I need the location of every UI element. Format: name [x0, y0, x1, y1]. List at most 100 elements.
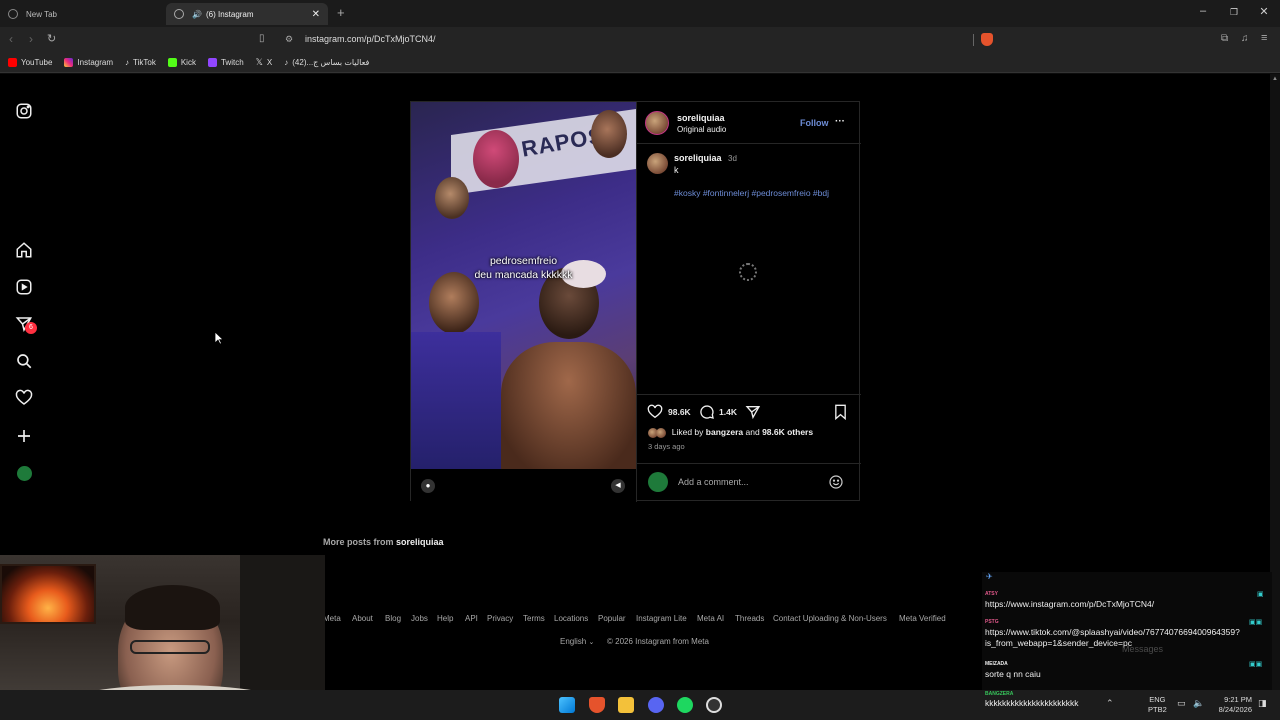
emoji-icon[interactable] — [828, 474, 844, 495]
footer-link-popular[interactable]: Popular — [598, 614, 626, 623]
profile-avatar[interactable] — [17, 466, 32, 481]
tagged-users-icon[interactable]: ● — [421, 479, 435, 493]
stream-chat-overlay: ✈ ATSY https://www.instagram.com/p/DcTxM… — [982, 572, 1272, 690]
more-posts-heading: More posts from soreliquiaa — [323, 537, 444, 547]
chat-message: ATSY https://www.instagram.com/p/DcTxMjo… — [985, 591, 1154, 609]
extensions-icon[interactable]: ⧉ — [1221, 33, 1228, 44]
footer-link-blog[interactable]: Blog — [385, 614, 401, 623]
bookmark-kick[interactable]: Kick — [167, 58, 196, 67]
close-window-button[interactable]: ✕ — [1256, 5, 1272, 18]
author-username[interactable]: soreliquiaa — [677, 113, 725, 123]
more-posts-user[interactable]: soreliquiaa — [396, 537, 444, 547]
footer-link-jobs[interactable]: Jobs — [411, 614, 428, 623]
restore-button[interactable]: ❐ — [1226, 7, 1242, 18]
comment-icon[interactable] — [699, 404, 715, 425]
author-avatar[interactable] — [645, 111, 669, 135]
footer-link-instagram-lite[interactable]: Instagram Lite — [636, 614, 687, 623]
comment-avatar[interactable] — [647, 153, 668, 174]
site-info-icon[interactable]: ⚙ — [285, 34, 293, 45]
reload-icon[interactable]: ↻ — [47, 32, 56, 45]
hashtags[interactable]: #kosky #fontinnelerj #pedrosemfreio #bdj — [674, 188, 829, 198]
follow-button[interactable]: Follow — [800, 118, 829, 128]
more-options-icon[interactable]: ··· — [835, 116, 845, 127]
like-icon[interactable] — [647, 404, 663, 425]
bookmark-icon[interactable]: ▯ — [259, 33, 265, 44]
footer-link-privacy[interactable]: Privacy — [487, 614, 513, 623]
new-tab-button[interactable]: + — [337, 5, 345, 20]
share-icon[interactable] — [745, 404, 761, 425]
windows-start-icon[interactable] — [559, 697, 575, 713]
glasses — [130, 640, 210, 654]
liked-by-user[interactable]: bangzera — [706, 427, 743, 437]
footer-link-help[interactable]: Help — [437, 614, 453, 623]
bookmark-tiktok[interactable]: ♪ TikTok — [125, 58, 156, 67]
bookmark-tiktok-arabic[interactable]: ♪ فعاليات بساس ج...(42) — [284, 58, 369, 67]
chevron-down-icon: ⌄ — [588, 639, 595, 646]
volume-icon[interactable]: ◀ — [611, 479, 625, 493]
back-icon[interactable]: ‹ — [9, 32, 13, 46]
tab-instagram[interactable]: 🔊 (6) Instagram ✕ — [166, 3, 328, 25]
scroll-up-arrow[interactable]: ▲ — [1272, 76, 1278, 82]
messages-icon[interactable]: 6 — [15, 315, 37, 334]
clock[interactable]: 9:21 PM 8/24/2026 — [1214, 695, 1252, 715]
footer-link-meta[interactable]: Meta — [323, 614, 341, 623]
save-icon[interactable] — [833, 404, 848, 425]
chat-text: sorte q nn caiu — [985, 669, 1041, 679]
footer-link-locations[interactable]: Locations — [554, 614, 588, 623]
language-indicator[interactable]: ENG PTB2 — [1148, 695, 1167, 715]
footer-link-meta-ai[interactable]: Meta AI — [697, 614, 724, 623]
tab-title: (6) Instagram — [205, 9, 254, 19]
comments-count[interactable]: 1.4K — [719, 407, 737, 417]
audio-icon: 🔊 — [192, 9, 202, 19]
home-icon[interactable] — [15, 241, 33, 259]
fireplace-video — [0, 564, 96, 624]
audio-label[interactable]: Original audio — [677, 125, 726, 134]
bookmark-twitch[interactable]: Twitch — [207, 58, 244, 67]
bookmark-instagram[interactable]: Instagram — [64, 58, 113, 67]
close-tab-icon[interactable]: ✕ — [312, 9, 320, 20]
bookmark-x[interactable]: 𝕏X — [256, 57, 273, 68]
footer-link-terms[interactable]: Terms — [523, 614, 545, 623]
tab-new-tab[interactable]: New Tab — [0, 3, 165, 25]
discord-icon[interactable] — [648, 697, 664, 713]
divider — [637, 463, 861, 464]
footer-link-contact[interactable]: Contact Uploading & Non-Users — [773, 614, 887, 623]
network-icon[interactable]: ▭ — [1177, 698, 1186, 709]
reels-icon[interactable] — [15, 278, 33, 296]
heart-icon[interactable] — [15, 389, 33, 407]
footer-link-about[interactable]: About — [352, 614, 373, 623]
create-icon[interactable] — [15, 427, 33, 445]
likes-count[interactable]: 98.6K — [668, 407, 691, 417]
search-icon[interactable] — [15, 352, 33, 370]
tab-title: New Tab — [26, 9, 57, 19]
url-field[interactable]: instagram.com/p/DcTxMjoTCN4/ — [305, 34, 436, 44]
menu-icon[interactable]: ≡ — [1261, 32, 1267, 44]
volume-tray-icon[interactable]: 🔈 — [1193, 698, 1204, 709]
forward-icon[interactable]: › — [29, 32, 33, 46]
ghost-messages-label: Messages — [1122, 644, 1164, 654]
bookmark-youtube[interactable]: YouTube — [8, 58, 52, 67]
post-date[interactable]: 3 days ago — [648, 442, 685, 451]
chat-text: https://www.tiktok.com/@splaashyai/video… — [985, 627, 1240, 637]
spotify-icon[interactable] — [677, 697, 693, 713]
instagram-logo-icon[interactable] — [15, 102, 33, 120]
person-head — [591, 110, 627, 158]
brave-icon — [8, 9, 18, 19]
post-video[interactable]: RAPOSO pedrosemfreio deu mancada kkkkkk … — [411, 102, 636, 502]
brave-shield-icon[interactable] — [981, 33, 993, 46]
chat-text: is_from_webapp=1&sender_device=pc — [985, 638, 1132, 648]
language-selector[interactable]: English ⌄ — [560, 637, 594, 646]
minimize-button[interactable]: – — [1195, 5, 1211, 17]
footer-link-meta-verified[interactable]: Meta Verified — [899, 614, 946, 623]
footer-link-api[interactable]: API — [465, 614, 478, 623]
footer-link-threads[interactable]: Threads — [735, 614, 764, 623]
brave-browser-icon[interactable] — [589, 697, 605, 713]
file-explorer-icon[interactable] — [618, 697, 634, 713]
liked-by-others[interactable]: 98.6K others — [762, 427, 813, 437]
obs-icon[interactable] — [706, 697, 722, 713]
comment-input[interactable]: Add a comment... — [678, 477, 749, 487]
tray-chevron-icon[interactable]: ⌃ — [1106, 698, 1114, 709]
comment-username[interactable]: soreliquiaa — [674, 153, 722, 163]
notification-icon[interactable]: ◨ — [1258, 698, 1267, 709]
media-icon[interactable]: ♫ — [1241, 33, 1249, 44]
